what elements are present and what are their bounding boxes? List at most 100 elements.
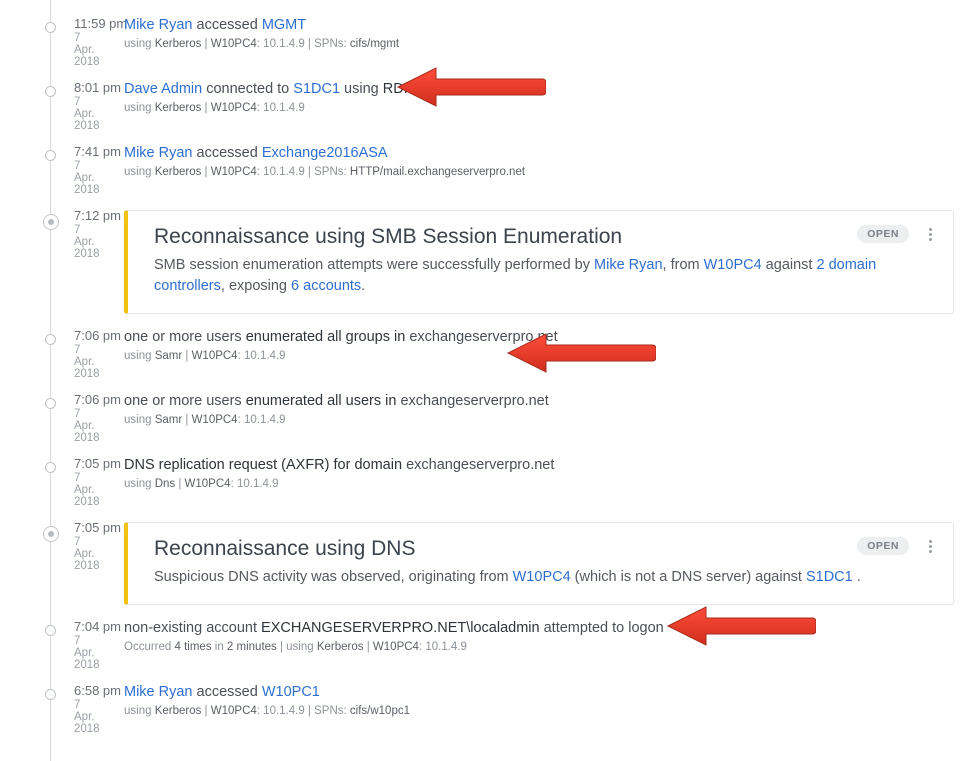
event-date: 7 Apr. 2018 xyxy=(74,96,100,132)
timeline-row: 7:06 pm7 Apr. 2018 one or more users enum… xyxy=(0,322,974,386)
event-date: 7 Apr. 2018 xyxy=(74,32,100,68)
link-text[interactable]: W10PC4 xyxy=(513,569,571,585)
text: connected to xyxy=(202,81,293,97)
timeline-dot-major xyxy=(43,214,59,230)
alert-title[interactable]: Reconnaissance using SMB Session Enumera… xyxy=(154,225,935,249)
event-time: 6:58 pm xyxy=(74,683,100,698)
link-text[interactable]: W10PC1 xyxy=(262,684,320,700)
alert-card[interactable]: Reconnaissance using SMB Session Enumera… xyxy=(124,210,954,314)
event-content: Mike Ryan accessed W10PC1 using Kerberos … xyxy=(100,683,964,717)
event-message[interactable]: Mike Ryan accessed W10PC1 xyxy=(124,683,954,703)
event-content: Mike Ryan accessed Exchange2016ASA using … xyxy=(100,144,964,178)
text: exchangeserverpro.net xyxy=(409,329,557,345)
link-text[interactable]: S1DC1 xyxy=(806,569,853,585)
timeline-dot xyxy=(45,625,56,636)
text: DNS replication request (AXFR) for domai… xyxy=(124,457,406,473)
event-content: non-existing account EXCHANGESERVERPRO.N… xyxy=(100,619,964,653)
link-text[interactable]: Mike Ryan xyxy=(124,684,193,700)
link-text[interactable]: Dave Admin xyxy=(124,81,202,97)
alert-body: SMB session enumeration attempts were su… xyxy=(154,255,935,297)
timeline-dot-major xyxy=(43,526,59,542)
timeline-row: 11:59 pm7 Apr. 2018Mike Ryan accessed MG… xyxy=(0,10,974,74)
status-badge[interactable]: OPEN xyxy=(857,537,909,555)
event-subtext: using Kerberos | W10PC4: 10.1.4.9 | SPNs… xyxy=(124,166,954,178)
event-date: 7 Apr. 2018 xyxy=(74,160,100,196)
event-subtext: using Samr | W10PC4: 10.1.4.9 xyxy=(124,414,954,426)
text: , exposing xyxy=(221,278,291,294)
event-message[interactable]: non-existing account EXCHANGESERVERPRO.N… xyxy=(124,619,954,639)
status-badge[interactable]: OPEN xyxy=(857,225,909,243)
timeline-dot xyxy=(45,150,56,161)
event-message[interactable]: DNS replication request (AXFR) for domai… xyxy=(124,456,954,476)
event-message[interactable]: Mike Ryan accessed Exchange2016ASA xyxy=(124,144,954,164)
link-text[interactable]: Mike Ryan xyxy=(124,17,193,33)
event-time: 7:06 pm xyxy=(74,392,100,407)
event-subtext: using Samr | W10PC4: 10.1.4.9 xyxy=(124,350,954,362)
event-time: 7:12 pm xyxy=(74,208,100,223)
text: exchangeserverpro.net xyxy=(406,457,554,473)
timeline-row: 8:01 pm7 Apr. 2018Dave Admin connected t… xyxy=(0,74,974,138)
link-text[interactable]: 6 accounts xyxy=(291,278,361,294)
text: Suspicious DNS activity was observed, or… xyxy=(154,569,513,585)
event-content: one or more users enumerated all users i… xyxy=(100,392,964,426)
text: one or more users xyxy=(124,393,242,409)
text: SMB session enumeration attempts were su… xyxy=(154,257,594,273)
link-text[interactable]: Mike Ryan xyxy=(124,145,193,161)
timeline: 11:59 pm7 Apr. 2018Mike Ryan accessed MG… xyxy=(0,0,974,761)
more-menu-icon[interactable] xyxy=(921,535,939,557)
event-content: one or more users enumerated all groups … xyxy=(100,328,964,362)
event-time: 7:05 pm xyxy=(74,456,100,471)
event-date: 7 Apr. 2018 xyxy=(74,224,100,260)
event-date: 7 Apr. 2018 xyxy=(74,472,100,508)
event-content: Reconnaissance using SMB Session Enumera… xyxy=(100,208,964,316)
event-content: Mike Ryan accessed MGMT using Kerberos | … xyxy=(100,16,964,50)
link-text[interactable]: W10PC4 xyxy=(704,257,762,273)
alert-card[interactable]: Reconnaissance using DNS Suspicious DNS a… xyxy=(124,522,954,605)
timeline-row: 7:04 pm7 Apr. 2018non-existing account E… xyxy=(0,613,974,677)
event-message[interactable]: Dave Admin connected to S1DC1 using RDP xyxy=(124,80,954,100)
event-time: 7:05 pm xyxy=(74,520,100,535)
text: (which is not a DNS server) against xyxy=(571,569,806,585)
event-time: 7:06 pm xyxy=(74,328,100,343)
alert-title[interactable]: Reconnaissance using DNS xyxy=(154,537,935,561)
text: against xyxy=(762,257,817,273)
text: . xyxy=(361,278,365,294)
event-content: DNS replication request (AXFR) for domai… xyxy=(100,456,964,490)
text: , from xyxy=(663,257,704,273)
event-date: 7 Apr. 2018 xyxy=(74,408,100,444)
timeline-row: 7:41 pm7 Apr. 2018Mike Ryan accessed Exc… xyxy=(0,138,974,202)
event-content: Dave Admin connected to S1DC1 using RDP u… xyxy=(100,80,964,114)
event-subtext: using Kerberos | W10PC4: 10.1.4.9 | SPNs… xyxy=(124,38,954,50)
event-subtext: using Dns | W10PC4: 10.1.4.9 xyxy=(124,478,954,490)
link-text[interactable]: Mike Ryan xyxy=(594,257,663,273)
link-text[interactable]: MGMT xyxy=(262,17,306,33)
text: accessed xyxy=(193,145,262,161)
timeline-row: 7:05 pm7 Apr. 2018Reconnaissance using D… xyxy=(0,514,974,613)
event-message[interactable]: one or more users enumerated all groups … xyxy=(124,328,954,348)
timeline-row: 7:06 pm7 Apr. 2018 one or more users enum… xyxy=(0,386,974,450)
timeline-dot xyxy=(45,334,56,345)
text: accessed xyxy=(193,684,262,700)
timeline-dot xyxy=(45,398,56,409)
more-menu-icon[interactable] xyxy=(921,223,939,245)
event-subtext: using Kerberos | W10PC4: 10.1.4.9 xyxy=(124,102,954,114)
text: enumerated all groups in xyxy=(242,329,410,345)
event-time: 7:41 pm xyxy=(74,144,100,159)
text: . xyxy=(853,569,861,585)
timeline-row: 7:12 pm7 Apr. 2018 Reconnaissance using S… xyxy=(0,202,974,322)
timeline-row: 6:58 pm7 Apr. 2018Mike Ryan accessed W10… xyxy=(0,677,974,741)
text: non-existing account xyxy=(124,620,261,636)
event-date: 7 Apr. 2018 xyxy=(74,344,100,380)
timeline-dot xyxy=(45,86,56,97)
event-message[interactable]: Mike Ryan accessed MGMT xyxy=(124,16,954,36)
event-time: 11:59 pm xyxy=(74,16,100,31)
link-text[interactable]: Exchange2016ASA xyxy=(262,145,388,161)
event-subtext: using Kerberos | W10PC4: 10.1.4.9 | SPNs… xyxy=(124,705,954,717)
event-content: Reconnaissance using DNS Suspicious DNS a… xyxy=(100,520,964,607)
link-text[interactable]: S1DC1 xyxy=(293,81,340,97)
text: RDP xyxy=(383,81,414,97)
timeline-dot xyxy=(45,462,56,473)
timeline-dot xyxy=(45,22,56,33)
event-date: 7 Apr. 2018 xyxy=(74,635,100,671)
event-message[interactable]: one or more users enumerated all users i… xyxy=(124,392,954,412)
